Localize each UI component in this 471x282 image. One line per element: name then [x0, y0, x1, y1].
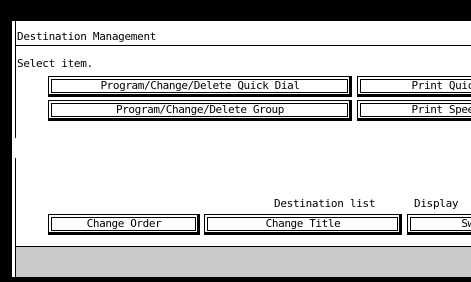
status-area	[16, 246, 471, 277]
program-change-delete-group-button[interactable]: Program/Change/Delete Group	[48, 100, 352, 121]
change-title-button[interactable]: Change Title	[204, 214, 402, 235]
scroll-indicator	[15, 138, 19, 158]
switch-display-button[interactable]: Swi	[407, 214, 471, 235]
change-order-button[interactable]: Change Order	[48, 214, 200, 235]
print-speed-dial-button[interactable]: Print Speed	[357, 100, 471, 121]
instruction-text: Select item.	[17, 57, 93, 70]
display-label: Display	[414, 197, 459, 210]
destination-list-label: Destination list	[274, 197, 376, 210]
window-title: Destination Management	[16, 29, 471, 46]
screen: { "window": { "title": "Destination Mana…	[0, 0, 471, 282]
destination-management-panel: Destination Management Select item. Prog…	[10, 19, 471, 277]
print-quick-dial-button[interactable]: Print Quick	[357, 76, 471, 97]
program-change-delete-quick-dial-button[interactable]: Program/Change/Delete Quick Dial	[48, 76, 352, 97]
